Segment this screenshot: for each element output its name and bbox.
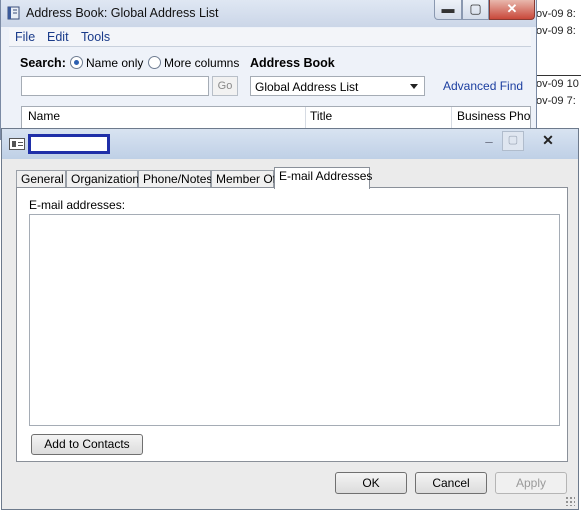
email-addresses-list[interactable]: [29, 214, 560, 426]
address-book-menubar: File Edit Tools: [9, 28, 531, 47]
address-book-close-button[interactable]: ✕: [489, 0, 535, 20]
address-book-label: Address Book: [250, 56, 335, 70]
tab-general[interactable]: General: [16, 170, 66, 188]
contact-properties-dialog: _ ▢ ✕ General Organization Phone/Notes M…: [1, 128, 579, 510]
close-icon: ✕: [506, 1, 518, 16]
address-book-icon: [7, 6, 20, 20]
column-header-business-phone-clip: Business Phone: [456, 107, 530, 129]
maximize-icon: ▢: [507, 134, 519, 146]
address-book-titlebar[interactable]: Address Book: Global Address List ▬ ▢ ✕: [1, 0, 536, 27]
tab-organization[interactable]: Organization: [66, 170, 139, 188]
more-columns-label[interactable]: More columns: [164, 56, 239, 70]
menu-file[interactable]: File: [15, 30, 35, 44]
address-book-select[interactable]: Global Address List: [250, 76, 425, 96]
ok-button[interactable]: OK: [335, 472, 407, 494]
close-icon: ✕: [542, 132, 554, 148]
column-separator[interactable]: [451, 107, 452, 129]
menu-edit[interactable]: Edit: [47, 30, 69, 44]
name-only-radio[interactable]: [70, 56, 83, 69]
resize-grip[interactable]: [565, 496, 575, 506]
cancel-button[interactable]: Cancel: [415, 472, 487, 494]
email-addresses-panel: E-mail addresses: Add to Contacts: [16, 187, 568, 462]
contact-card-icon: [9, 138, 25, 150]
email-addresses-label: E-mail addresses:: [29, 198, 126, 212]
dialog-title: [28, 134, 110, 154]
maximize-icon: ▢: [469, 1, 482, 16]
apply-button[interactable]: Apply: [495, 472, 567, 494]
tab-email-addresses[interactable]: E-mail Addresses: [274, 167, 372, 189]
background-row-date: ov-09 10: [536, 78, 579, 90]
dialog-maximize-button[interactable]: ▢: [502, 131, 524, 151]
dialog-titlebar[interactable]: _ ▢ ✕: [2, 129, 578, 159]
background-row-date: ov-09 7:: [536, 95, 576, 107]
column-header-title[interactable]: Title: [310, 109, 332, 123]
address-book-window: Address Book: Global Address List ▬ ▢ ✕ …: [0, 0, 537, 140]
background-row-date: ov-09 8:: [536, 25, 576, 37]
column-separator[interactable]: [305, 107, 306, 129]
address-book-minimize-button[interactable]: ▬: [434, 0, 462, 20]
menu-tools[interactable]: Tools: [81, 30, 110, 44]
advanced-find-link[interactable]: Advanced Find: [443, 79, 523, 93]
address-book-title: Address Book: Global Address List: [26, 6, 219, 20]
chevron-down-icon: [410, 84, 418, 89]
minimize-icon: ▬: [441, 1, 455, 16]
column-header-business-phone[interactable]: Business Phone: [457, 109, 530, 123]
dialog-minimize-button[interactable]: _: [476, 129, 502, 151]
tab-member-of[interactable]: Member Of: [211, 170, 276, 188]
search-input[interactable]: [21, 76, 209, 96]
address-book-select-value: Global Address List: [255, 80, 359, 94]
search-label: Search:: [20, 56, 66, 70]
go-button[interactable]: Go: [212, 76, 238, 96]
address-book-maximize-button[interactable]: ▢: [462, 0, 489, 20]
minimize-icon: _: [485, 129, 493, 144]
name-only-label[interactable]: Name only: [86, 56, 143, 70]
background-divider: [532, 75, 581, 76]
column-header-name[interactable]: Name: [28, 109, 60, 123]
tab-phone-notes[interactable]: Phone/Notes: [138, 170, 212, 188]
background-row-date: ov-09 8:: [536, 8, 576, 20]
add-to-contacts-button[interactable]: Add to Contacts: [31, 434, 143, 455]
more-columns-radio[interactable]: [148, 56, 161, 69]
dialog-close-button[interactable]: ✕: [524, 131, 572, 151]
